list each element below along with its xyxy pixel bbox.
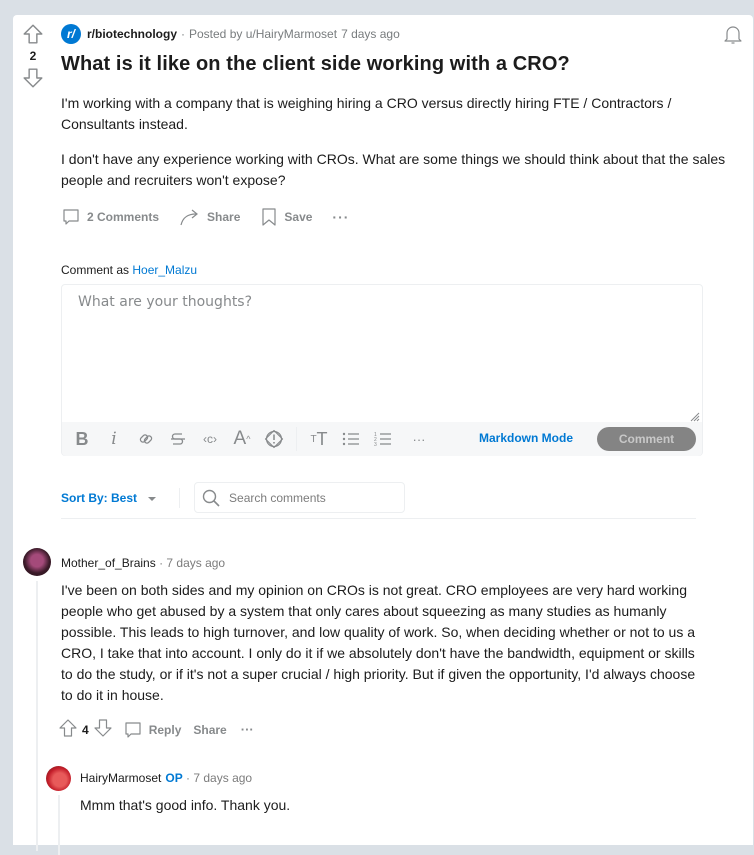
post-time: 7 days ago	[341, 27, 400, 41]
comment-body: Mmm that's good info. Thank you.	[80, 797, 291, 813]
share-label: Share	[207, 210, 241, 224]
upvote-icon[interactable]	[22, 23, 44, 45]
heading-icon[interactable]: TT	[303, 427, 335, 451]
superscript-icon[interactable]: A ^	[226, 427, 258, 451]
search-comments-box[interactable]	[194, 482, 406, 513]
save-label: Save	[284, 210, 313, 224]
editor-toolbar: B i ‹c› A ^ TT 123 ··· Markdown Mode Com…	[62, 422, 702, 456]
downvote-icon[interactable]	[93, 718, 113, 741]
subreddit-icon[interactable]: r/	[61, 24, 81, 44]
post-meta: r/ r/biotechnology · Posted by u/HairyMa…	[61, 24, 400, 44]
inline-code-icon[interactable]: ‹c›	[194, 427, 226, 451]
comment-score: 4	[82, 722, 89, 737]
search-comments-input[interactable]	[227, 489, 402, 506]
caret-down-icon[interactable]	[147, 489, 157, 507]
meta-separator: ·	[181, 27, 185, 41]
comment-time: · 7 days ago	[159, 556, 226, 570]
comment-icon	[125, 721, 141, 738]
more-options-button[interactable]: ···	[241, 722, 254, 737]
divider	[61, 518, 696, 519]
save-button[interactable]: Save	[260, 207, 312, 227]
search-icon	[202, 489, 220, 507]
upvote-icon[interactable]	[58, 718, 78, 741]
post-body: I'm working with a company that is weigh…	[61, 93, 741, 205]
post-paragraph: I don't have any experience working with…	[61, 151, 726, 188]
reply-label: Reply	[148, 722, 182, 737]
post-paragraph: I'm working with a company that is weigh…	[61, 95, 672, 132]
bold-icon[interactable]: B	[66, 427, 98, 451]
post-title: What is it like on the client side worki…	[61, 53, 570, 75]
comment-author[interactable]: Mother_of_Brains	[61, 556, 156, 570]
more-options-button[interactable]: ···	[332, 209, 349, 225]
toolbar-separator	[296, 427, 297, 451]
comment-body: I've been on both sides and my opinion o…	[61, 582, 696, 703]
sort-separator	[179, 487, 181, 508]
posted-by[interactable]: Posted by u/HairyMarmoset	[189, 27, 337, 41]
post-card: 2 r/ r/biotechnology · Posted by u/Hairy…	[13, 15, 753, 855]
avatar[interactable]	[46, 766, 71, 791]
comment-time: · 7 days ago	[186, 771, 253, 785]
thread-line[interactable]	[36, 581, 38, 851]
share-button[interactable]: Share	[179, 207, 240, 227]
more-icon: ···	[332, 209, 350, 225]
svg-text:3: 3	[374, 442, 377, 447]
submit-comment-button[interactable]: Comment	[597, 427, 696, 451]
share-button[interactable]: Share	[193, 723, 226, 737]
numbered-list-icon[interactable]: 123	[367, 427, 399, 451]
sort-row: Sort By: Best	[61, 482, 406, 513]
comments-button[interactable]: 2 Comments	[61, 207, 159, 227]
comment-actions: 4 Reply Share ···	[58, 718, 254, 741]
subreddit-link[interactable]: r/biotechnology	[87, 27, 177, 41]
comment-meta: HairyMarmoset OP · 7 days ago	[80, 771, 252, 785]
more-formatting-icon[interactable]: ···	[403, 427, 435, 451]
comments-label: 2 Comments	[87, 210, 160, 224]
comment-as-username[interactable]: Hoer_Malzu	[132, 263, 197, 277]
comment-meta: Mother_of_Brains · 7 days ago	[61, 556, 225, 570]
bulleted-list-icon[interactable]	[335, 427, 367, 451]
bell-icon[interactable]	[723, 24, 743, 51]
spoiler-icon[interactable]	[258, 427, 290, 451]
share-icon	[180, 209, 198, 226]
comment-editor: B i ‹c› A^ TT 123 ··· Markdown Mode C	[61, 284, 703, 456]
op-badge: OP	[165, 771, 183, 785]
strikethrough-icon[interactable]	[162, 427, 194, 451]
thread-line[interactable]	[58, 795, 60, 855]
post-actions: 2 Comments Share Save ···	[61, 207, 369, 227]
bookmark-icon	[262, 208, 276, 226]
sort-dropdown[interactable]: Sort By: Best	[61, 491, 137, 505]
comment-as-label: Comment as	[61, 263, 130, 277]
avatar[interactable]	[23, 548, 51, 576]
comment-icon	[63, 209, 79, 225]
italic-icon[interactable]: i	[98, 427, 130, 451]
markdown-mode-button[interactable]: Markdown Mode	[479, 431, 573, 445]
comment-textarea[interactable]	[62, 285, 702, 421]
post-score: 2	[29, 49, 37, 63]
downvote-icon[interactable]	[22, 67, 44, 89]
comment-as: Comment as Hoer_Malzu	[61, 263, 197, 277]
reply-button[interactable]: Reply	[123, 720, 182, 740]
link-icon[interactable]	[130, 427, 162, 451]
post-vote-column: 2	[21, 23, 45, 89]
comment-author[interactable]: HairyMarmoset	[80, 771, 161, 785]
